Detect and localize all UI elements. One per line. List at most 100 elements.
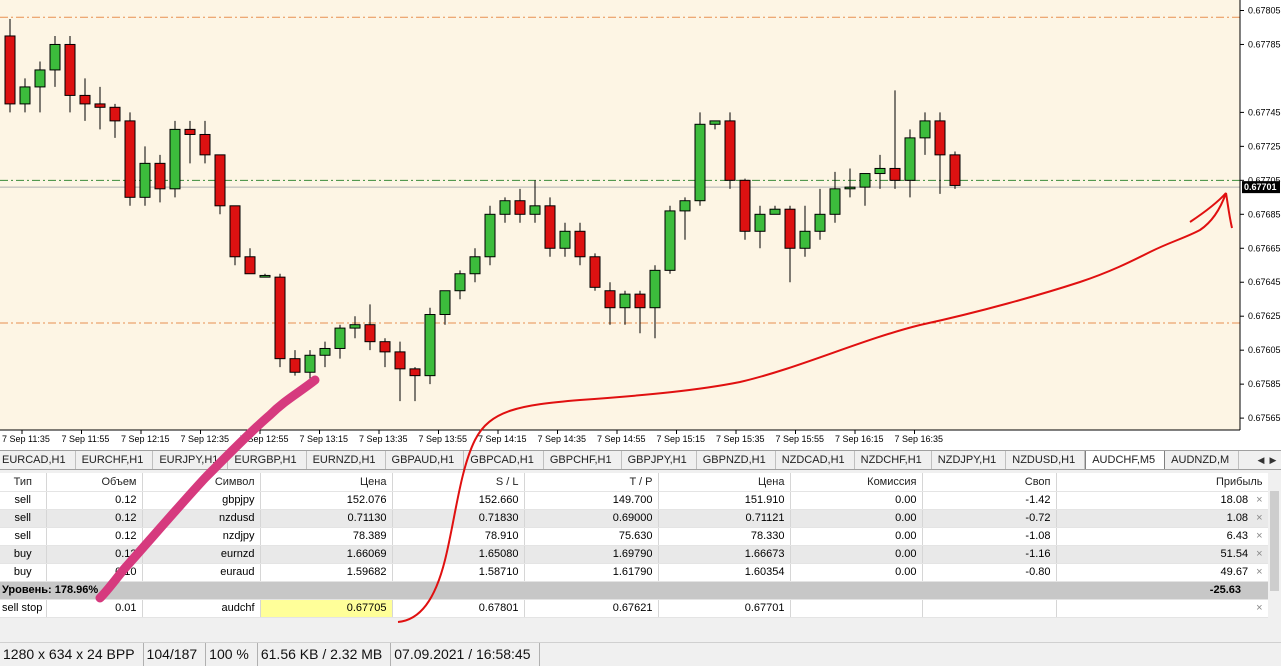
status-bar: 1280 x 634 x 24 BPP 104/187 100 % 61.56 KB … xyxy=(0,642,1281,666)
chart-tab[interactable]: AUDCHF,M5 xyxy=(1085,451,1166,469)
candle-body xyxy=(274,276,286,360)
candle-body xyxy=(724,120,736,181)
profit-value: 1.08 xyxy=(1226,512,1249,524)
chart-tab[interactable]: NZDUSD,H1 xyxy=(1006,451,1086,469)
table-cell: 152.076 xyxy=(260,491,393,510)
chart-tab[interactable]: GBPJPY,H1 xyxy=(622,451,697,469)
scroll-left-icon[interactable]: ◀ xyxy=(1256,453,1266,467)
column-header[interactable]: Комиссия xyxy=(790,473,923,492)
candle-body xyxy=(514,200,526,215)
column-header[interactable]: S / L xyxy=(392,473,525,492)
column-header[interactable]: Объем xyxy=(46,473,143,492)
profit-cell: 18.08 × xyxy=(1056,491,1269,510)
column-header[interactable]: T / P xyxy=(524,473,659,492)
column-header[interactable]: Прибыль xyxy=(1056,473,1269,492)
chart-tab[interactable]: GBPNZD,H1 xyxy=(697,451,776,469)
table-row[interactable]: sell 0.12 nzdusd 0.71130 0.71830 0.69000 0.711… xyxy=(0,509,1269,528)
time-label: 7 Sep 11:35 xyxy=(2,434,50,444)
margin-level-label: Уровень: 178.96% xyxy=(0,581,142,600)
table-cell xyxy=(142,581,260,600)
candle-body xyxy=(739,179,751,232)
chart-tab[interactable]: EURCAD,H1 xyxy=(0,451,76,469)
scrollbar-thumb[interactable] xyxy=(1270,491,1279,591)
profit-cell: 1.08 × xyxy=(1056,509,1269,528)
table-scrollbar[interactable] xyxy=(1268,473,1281,633)
candle-body xyxy=(454,273,466,292)
candle-body xyxy=(229,205,241,258)
candle-body xyxy=(784,208,796,249)
column-header[interactable]: Цена xyxy=(260,473,393,492)
close-x-icon[interactable]: × xyxy=(1256,566,1262,578)
candle-body xyxy=(4,35,16,105)
table-row[interactable]: buy 0.12 eurnzd 1.66069 1.65080 1.69790 1.6667… xyxy=(0,545,1269,564)
current-price-label: 0.67701 xyxy=(1244,182,1277,192)
table-cell: 0.00 xyxy=(790,563,923,582)
table-cell xyxy=(392,581,524,600)
table-cell: sell xyxy=(0,491,47,510)
close-x-icon[interactable]: × xyxy=(1256,530,1262,542)
time-label: 7 Sep 16:15 xyxy=(835,434,884,444)
chart-tab[interactable]: EURCHF,H1 xyxy=(76,451,154,469)
candle-body xyxy=(544,205,556,249)
close-x-icon[interactable]: × xyxy=(1256,602,1262,614)
scroll-right-icon[interactable]: ▶ xyxy=(1268,453,1278,467)
time-label: 7 Sep 15:55 xyxy=(776,434,825,444)
candle-body xyxy=(709,120,721,125)
candle-body xyxy=(364,324,376,343)
column-header[interactable]: Тип xyxy=(0,473,47,492)
column-header[interactable]: Цена xyxy=(658,473,791,492)
chart-tab[interactable]: EURNZD,H1 xyxy=(307,451,386,469)
table-cell: 78.330 xyxy=(658,527,791,546)
candle-body xyxy=(334,327,346,349)
table-cell: -0.80 xyxy=(922,563,1057,582)
candle-body xyxy=(94,103,106,108)
table-cell: 0.00 xyxy=(790,491,923,510)
time-label: 7 Sep 16:35 xyxy=(895,434,944,444)
candle-body xyxy=(679,200,691,212)
profit-value: 6.43 xyxy=(1226,530,1249,542)
candle-body xyxy=(319,347,331,356)
price-chart[interactable]: 0.67805 0.67785 0.67745 0.67725 0.67705 0.676… xyxy=(0,0,1281,450)
table-row[interactable]: sell 0.12 nzdjpy 78.389 78.910 75.630 78.330 0.… xyxy=(0,527,1269,546)
candle-body xyxy=(304,354,316,373)
close-x-icon[interactable]: × xyxy=(1256,494,1262,506)
close-x-icon[interactable]: × xyxy=(1256,512,1262,524)
time-label: 7 Sep 14:15 xyxy=(478,434,527,444)
price-axis: 0.678050.677850.677450.677250.677050.676… xyxy=(1239,0,1281,430)
chart-tab[interactable]: NZDJPY,H1 xyxy=(932,451,1007,469)
candle xyxy=(544,197,556,257)
candle-body xyxy=(949,154,961,186)
close-x-icon[interactable]: × xyxy=(1256,548,1262,560)
column-header[interactable]: Символ xyxy=(142,473,261,492)
table-cell: 1.59682 xyxy=(260,563,393,582)
candle-body xyxy=(799,230,811,249)
table-row[interactable]: buy 0.10 euraud 1.59682 1.58710 1.61790 1.6035… xyxy=(0,563,1269,582)
price-label: 0.67665 xyxy=(1248,243,1281,253)
chart-tab[interactable]: AUDNZD,M xyxy=(1165,451,1240,469)
candle-body xyxy=(829,188,841,215)
chart-tab[interactable]: EURGBP,H1 xyxy=(228,451,307,469)
pending-order-row[interactable]: sell stop 0.01 audchf 0.67705 0.67801 0.67621… xyxy=(0,599,1269,618)
chart-tab[interactable]: GBPCHF,H1 xyxy=(544,451,622,469)
candle-body xyxy=(19,86,31,105)
table-cell xyxy=(790,599,923,618)
table-cell: 0.12 xyxy=(46,491,143,510)
table-cell: 0.01 xyxy=(46,599,143,618)
table-cell xyxy=(658,581,790,600)
table-cell: sell stop xyxy=(0,599,47,618)
trade-table: Тип Объем Символ Цена S / LT / P Цена Комиссия… xyxy=(0,473,1269,618)
table-row[interactable]: sell 0.12 gbpjpy 152.076 152.660 149.700 151.9… xyxy=(0,491,1269,510)
candle-body xyxy=(379,341,391,353)
column-header[interactable]: Своп xyxy=(922,473,1057,492)
candle-body xyxy=(694,123,706,202)
chart-tab[interactable]: NZDCAD,H1 xyxy=(776,451,855,469)
table-cell: 78.389 xyxy=(260,527,393,546)
chart-tab[interactable]: GBPAUD,H1 xyxy=(386,451,465,469)
chart-tab[interactable]: GBPCAD,H1 xyxy=(464,451,544,469)
time-label: 7 Sep 12:55 xyxy=(240,434,289,444)
candle-body xyxy=(184,128,196,135)
chart-tab[interactable]: EURJPY,H1 xyxy=(153,451,229,469)
candle xyxy=(739,178,751,240)
chart-tab[interactable]: NZDCHF,H1 xyxy=(855,451,932,469)
chart-tabs-bar: EURCAD,H1 EURCHF,H1 EURJPY,H1 EURGBP,H1 EURN… xyxy=(0,450,1281,470)
